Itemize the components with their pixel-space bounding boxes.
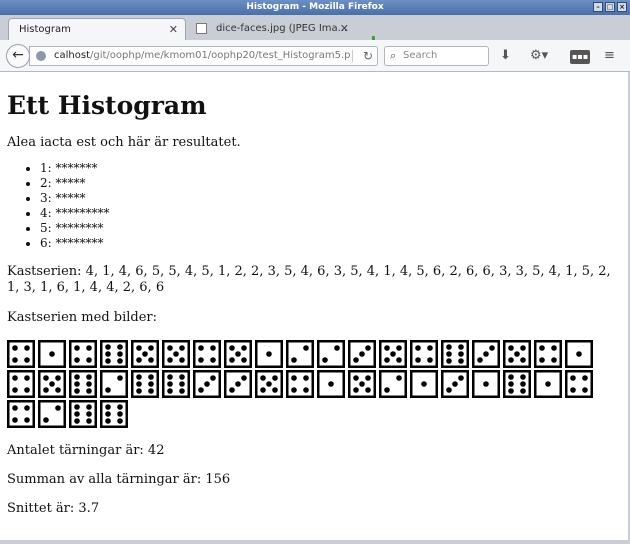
download-icon[interactable]: ⬇ bbox=[500, 49, 511, 63]
die-face-1 bbox=[38, 340, 66, 368]
die-face-1 bbox=[534, 370, 562, 398]
die-face-4 bbox=[193, 340, 221, 368]
window-title: Histogram - Mozilla Firefox bbox=[246, 2, 384, 12]
die-face-3 bbox=[193, 370, 221, 398]
url-host: calhost bbox=[54, 50, 90, 61]
die-face-5 bbox=[162, 340, 190, 368]
die-face-4 bbox=[7, 340, 35, 368]
die-face-6 bbox=[69, 370, 97, 398]
tab-strip: Histogram ✕ dice-faces.jpg (JPEG Ima... … bbox=[0, 15, 630, 50]
die-face-6 bbox=[503, 370, 531, 398]
histogram-row: 5: ******** bbox=[40, 221, 619, 236]
die-face-4 bbox=[7, 370, 35, 398]
die-face-6 bbox=[100, 340, 128, 368]
histogram-row: 3: ***** bbox=[40, 191, 619, 206]
die-face-5 bbox=[503, 340, 531, 368]
tab-histogram[interactable]: Histogram ✕ bbox=[8, 18, 186, 40]
throw-series: Kastserien: 4, 1, 4, 6, 5, 5, 4, 5, 1, 2… bbox=[7, 264, 611, 295]
die-face-4 bbox=[565, 370, 593, 398]
die-face-1 bbox=[472, 370, 500, 398]
back-arrow-icon: ← bbox=[12, 47, 24, 63]
search-input[interactable]: ⌕ Search bbox=[384, 46, 489, 66]
die-face-4 bbox=[410, 340, 438, 368]
histogram-row: 4: ********* bbox=[40, 206, 619, 221]
die-face-5 bbox=[348, 370, 376, 398]
dice-average: Snittet är: 3.7 bbox=[7, 501, 100, 516]
histogram-row: 6: ******** bbox=[40, 236, 619, 251]
close-window-icon[interactable]: × bbox=[617, 2, 627, 12]
reload-icon[interactable]: ↻ bbox=[363, 47, 373, 65]
die-face-2 bbox=[379, 370, 407, 398]
die-face-2 bbox=[100, 370, 128, 398]
close-tab-icon[interactable]: ✕ bbox=[340, 18, 349, 39]
die-face-1 bbox=[565, 340, 593, 368]
die-face-6 bbox=[131, 370, 159, 398]
page-content: Ett Histogram Alea iacta est och här är … bbox=[7, 72, 619, 517]
search-icon: ⌕ bbox=[390, 49, 397, 62]
die-face-5 bbox=[224, 340, 252, 368]
url-bar[interactable]: calhost/git/oophp/me/kmom01/oophp20/test… bbox=[29, 46, 378, 66]
die-face-2 bbox=[317, 340, 345, 368]
close-tab-icon[interactable]: ✕ bbox=[169, 19, 178, 40]
die-face-3 bbox=[472, 340, 500, 368]
back-button[interactable]: ← bbox=[6, 44, 30, 68]
extension-icon[interactable]: ▪▪▪ bbox=[570, 50, 591, 64]
navigation-toolbar: calhost/git/oophp/me/kmom01/oophp20/test… bbox=[0, 40, 630, 72]
window-controls: – □ × bbox=[593, 2, 627, 12]
die-face-5 bbox=[131, 340, 159, 368]
intro-text: Alea iacta est och här är resultatet. bbox=[7, 135, 241, 150]
die-face-4 bbox=[286, 370, 314, 398]
die-face-6 bbox=[69, 400, 97, 428]
die-face-6 bbox=[162, 370, 190, 398]
tab-dice-faces[interactable]: dice-faces.jpg (JPEG Ima... ✕ bbox=[190, 18, 356, 40]
die-face-3 bbox=[224, 370, 252, 398]
die-face-5 bbox=[379, 340, 407, 368]
histogram-row: 1: ******* bbox=[40, 161, 619, 176]
page-viewport: Ett Histogram Alea iacta est och här är … bbox=[0, 72, 630, 540]
throw-series-images-label: Kastserien med bilder: bbox=[7, 310, 158, 325]
histogram-row: 2: ***** bbox=[40, 176, 619, 191]
addon-icon[interactable]: ⚙▾ bbox=[530, 49, 548, 63]
die-face-4 bbox=[7, 400, 35, 428]
die-face-4 bbox=[69, 340, 97, 368]
die-face-1 bbox=[410, 370, 438, 398]
die-face-6 bbox=[441, 340, 469, 368]
search-placeholder: Search bbox=[403, 50, 438, 61]
globe-icon bbox=[36, 51, 46, 61]
die-face-4 bbox=[534, 340, 562, 368]
tab-label: dice-faces.jpg (JPEG Ima... bbox=[216, 23, 348, 34]
image-favicon-icon bbox=[196, 23, 207, 34]
histogram-list: 1: ******* 2: ***** 3: ***** 4: ********… bbox=[7, 161, 619, 251]
page-title: Ett Histogram bbox=[7, 91, 207, 120]
die-face-5 bbox=[38, 370, 66, 398]
url-path: /git/oophp/me/kmom01/oophp20/test_Histog… bbox=[90, 50, 351, 61]
die-face-5 bbox=[255, 370, 283, 398]
die-face-3 bbox=[441, 370, 469, 398]
die-face-1 bbox=[317, 370, 345, 398]
menu-icon[interactable]: ≡ bbox=[604, 49, 615, 63]
dice-sum: Summan av alla tärningar är: 156 bbox=[7, 472, 231, 487]
maximize-icon[interactable]: □ bbox=[605, 2, 615, 12]
tab-label: Histogram bbox=[19, 24, 71, 35]
die-face-2 bbox=[286, 340, 314, 368]
die-face-2 bbox=[38, 400, 66, 428]
url-divider bbox=[352, 50, 353, 62]
dice-count: Antalet tärningar är: 42 bbox=[7, 443, 165, 458]
window-titlebar: Histogram - Mozilla Firefox – □ × bbox=[0, 0, 630, 15]
die-face-6 bbox=[100, 400, 128, 428]
dice-images bbox=[7, 340, 607, 428]
window-bottom-border bbox=[0, 540, 630, 544]
die-face-3 bbox=[348, 340, 376, 368]
minimize-icon[interactable]: – bbox=[593, 2, 603, 12]
die-face-1 bbox=[255, 340, 283, 368]
